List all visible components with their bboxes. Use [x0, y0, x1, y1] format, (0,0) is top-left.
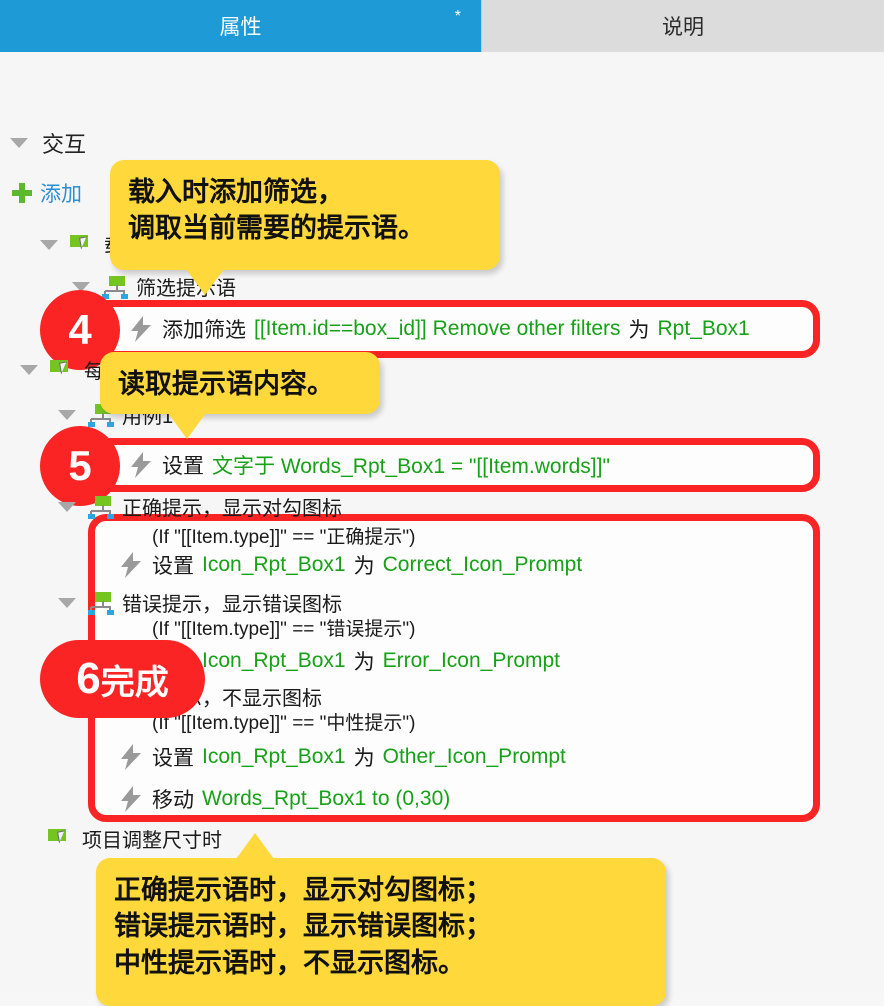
callout-read-prompt: 读取提示语内容。: [100, 352, 380, 414]
action-connector: 为: [353, 555, 375, 578]
action-expression: 文字于 Words_Rpt_Box1 = "[[Item.words]]": [212, 455, 610, 478]
tree-node-label: 项目调整尺寸时: [82, 830, 222, 852]
step-badge-6: 6 完成: [40, 640, 205, 718]
action-object: Icon_Rpt_Box1: [202, 553, 346, 576]
tree-node-label: 错误提示，显示错误图标: [122, 594, 342, 616]
callout-tail: [236, 833, 274, 859]
chevron-down-icon[interactable]: [10, 138, 28, 148]
action-target: Rpt_Box1: [657, 317, 750, 340]
action-expression: [[Item.id==box_id]] Remove other filters: [254, 317, 621, 340]
action-object: Icon_Rpt_Box1: [202, 649, 346, 672]
interactions-panel: 交互 添加 载入时 筛选提示语 添加筛选 [[Item.id==box_id]]…: [0, 52, 884, 1006]
callout-line: 载入时添加筛选，: [128, 177, 344, 207]
case-icon: [102, 275, 128, 299]
action-verb: 添加筛选: [162, 319, 246, 342]
chevron-down-icon[interactable]: [20, 364, 38, 375]
action-target: Other_Icon_Prompt: [382, 745, 566, 768]
action-move-words[interactable]: 移动 Words_Rpt_Box1 to (0,30): [120, 784, 450, 814]
action-set-text[interactable]: 设置 文字于 Words_Rpt_Box1 = "[[Item.words]]": [130, 450, 610, 480]
tree-node-event-item-resize[interactable]: 项目调整尺寸时: [48, 824, 222, 853]
callout-load-filter: 载入时添加筛选， 调取当前需要的提示语。: [110, 160, 500, 270]
tree-node-label: 正确提示，显示对勾图标: [122, 498, 342, 520]
condition-neutral: (If "[[Item.type]]" == "中性提示"): [152, 713, 416, 734]
action-set-correct-icon[interactable]: 设置 Icon_Rpt_Box1 为 Correct_Icon_Prompt: [120, 550, 582, 580]
chevron-down-icon[interactable]: [58, 597, 76, 608]
callout-line: 正确提示语时，显示对勾图标；: [114, 875, 492, 905]
action-verb: 移动: [152, 789, 194, 812]
callout-tail: [168, 413, 206, 439]
tab-bar: 属性 * 说明: [0, 0, 884, 52]
chevron-down-icon[interactable]: [40, 239, 58, 250]
tab-properties-label: 属性: [219, 16, 262, 39]
condition-error: (If "[[Item.type]]" == "错误提示"): [152, 619, 416, 640]
event-icon: [50, 359, 74, 380]
callout-line: 读取提示语内容。: [118, 369, 334, 399]
action-connector: 为: [628, 319, 650, 342]
action-connector: 为: [353, 747, 375, 770]
action-expression: Words_Rpt_Box1 to (0,30): [202, 787, 451, 810]
callout-tail: [186, 269, 224, 295]
tab-notes-label: 说明: [662, 16, 704, 39]
action-verb: 设置: [152, 555, 194, 578]
step-badge-6-number: 6: [76, 654, 101, 703]
case-icon: [88, 591, 114, 615]
event-icon: [70, 234, 94, 255]
tree-node-case-correct[interactable]: 正确提示，显示对勾图标: [58, 492, 342, 521]
plus-icon: [12, 183, 32, 203]
callout-line: 调取当前需要的提示语。: [128, 213, 425, 244]
tab-modified-indicator: *: [454, 8, 461, 25]
group-title: 交互: [42, 132, 87, 157]
action-add-filter[interactable]: 添加筛选 [[Item.id==box_id]] Remove other fi…: [130, 314, 750, 344]
tab-properties[interactable]: 属性 *: [0, 0, 481, 52]
action-bolt-icon: [131, 452, 151, 478]
chevron-down-icon[interactable]: [58, 501, 76, 512]
step-badge-6-text: 完成: [100, 663, 169, 702]
action-bolt-icon: [121, 552, 141, 578]
action-verb: 设置: [162, 455, 204, 478]
callout-icon-rules: 正确提示语时，显示对勾图标； 错误提示语时，显示错误图标； 中性提示语时，不显示…: [96, 858, 666, 1006]
condition-correct: (If "[[Item.type]]" == "正确提示"): [152, 527, 416, 548]
action-target: Error_Icon_Prompt: [382, 649, 561, 672]
tab-notes[interactable]: 说明: [481, 0, 884, 52]
action-set-other-icon[interactable]: 设置 Icon_Rpt_Box1 为 Other_Icon_Prompt: [120, 742, 566, 772]
action-bolt-icon: [131, 316, 151, 342]
event-icon: [48, 828, 72, 849]
action-bolt-icon: [121, 744, 141, 770]
tree-node-case-error[interactable]: 错误提示，显示错误图标: [58, 588, 342, 617]
add-case-label: 添加: [40, 183, 82, 206]
action-object: Icon_Rpt_Box1: [202, 745, 346, 768]
action-connector: 为: [353, 651, 375, 674]
group-header-interactions[interactable]: 交互: [10, 127, 86, 159]
action-verb: 设置: [152, 747, 194, 770]
callout-line: 错误提示语时，显示错误图标；: [114, 911, 492, 942]
chevron-down-icon[interactable]: [58, 409, 76, 420]
action-bolt-icon: [121, 786, 141, 812]
add-case-button[interactable]: 添加: [12, 178, 82, 208]
action-target: Correct_Icon_Prompt: [382, 553, 583, 576]
case-icon: [88, 495, 114, 519]
callout-line: 中性提示语时，不显示图标。: [114, 947, 465, 978]
